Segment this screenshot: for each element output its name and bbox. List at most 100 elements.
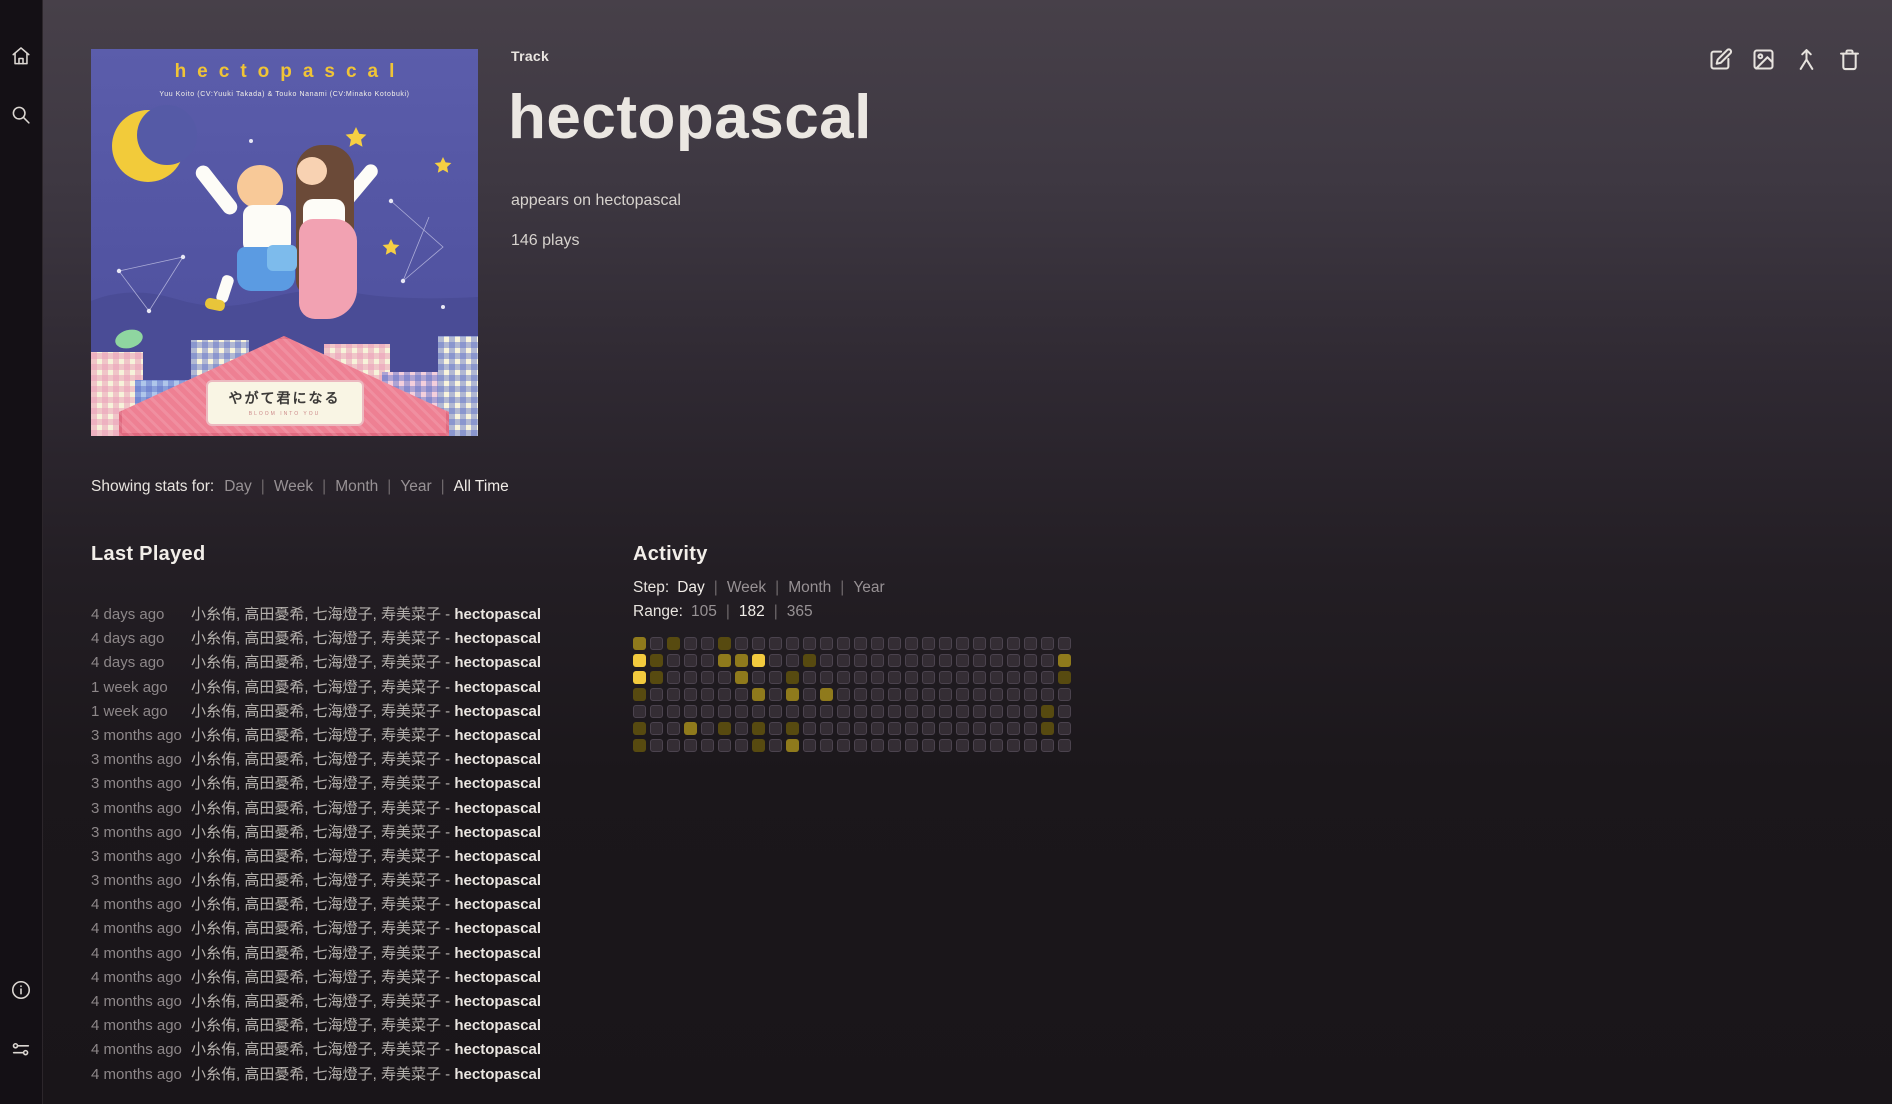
activity-cell-level-0[interactable] [939,688,952,701]
scrobble-track-link[interactable]: hectopascal [454,1017,541,1034]
activity-cell-level-1[interactable] [752,722,765,735]
activity-cell-level-0[interactable] [667,654,680,667]
activity-cell-level-0[interactable] [684,671,697,684]
activity-cell-level-2[interactable] [735,671,748,684]
delete-button[interactable] [1836,46,1863,73]
activity-cell-level-0[interactable] [1024,705,1037,718]
activity-cell-level-0[interactable] [837,671,850,684]
activity-cell-level-0[interactable] [854,654,867,667]
activity-cell-level-0[interactable] [667,671,680,684]
activity-cell-level-0[interactable] [956,739,969,752]
activity-cell-level-2[interactable] [718,654,731,667]
activity-cell-level-0[interactable] [871,739,884,752]
activity-cell-level-0[interactable] [922,705,935,718]
scrobble-artists-link[interactable]: 小糸侑, 高田憂希, 七海燈子, 寿美菜子 [191,800,441,817]
activity-cell-level-0[interactable] [633,705,646,718]
activity-cell-level-0[interactable] [922,671,935,684]
scrobble-track-link[interactable]: hectopascal [454,654,541,671]
activity-cell-level-2[interactable] [684,722,697,735]
activity-cell-level-1[interactable] [650,671,663,684]
activity-cell-level-0[interactable] [769,705,782,718]
activity-cell-level-0[interactable] [667,705,680,718]
activity-cell-level-0[interactable] [973,671,986,684]
activity-cell-level-0[interactable] [769,688,782,701]
activity-cell-level-0[interactable] [803,688,816,701]
activity-cell-level-0[interactable] [718,671,731,684]
activity-cell-level-0[interactable] [888,688,901,701]
activity-cell-level-0[interactable] [990,671,1003,684]
activity-cell-level-0[interactable] [1024,739,1037,752]
scrobble-track-link[interactable]: hectopascal [454,727,541,744]
activity-cell-level-0[interactable] [803,705,816,718]
activity-cell-level-0[interactable] [871,637,884,650]
range-option-182[interactable]: 182 [739,603,765,620]
activity-cell-level-0[interactable] [905,739,918,752]
activity-cell-level-0[interactable] [939,739,952,752]
activity-cell-level-0[interactable] [1058,739,1071,752]
step-option-month[interactable]: Month [788,579,831,596]
activity-cell-level-0[interactable] [684,637,697,650]
merge-button[interactable] [1793,46,1820,73]
info-button[interactable] [10,979,32,1001]
activity-cell-level-0[interactable] [684,688,697,701]
activity-cell-level-0[interactable] [939,671,952,684]
activity-cell-level-0[interactable] [854,688,867,701]
activity-cell-level-0[interactable] [922,654,935,667]
scrobble-artists-link[interactable]: 小糸侑, 高田憂希, 七海燈子, 寿美菜子 [191,896,441,913]
activity-cell-level-0[interactable] [990,722,1003,735]
activity-cell-level-0[interactable] [701,654,714,667]
activity-cell-level-0[interactable] [922,637,935,650]
activity-cell-level-0[interactable] [684,705,697,718]
activity-cell-level-0[interactable] [990,654,1003,667]
activity-cell-level-0[interactable] [1007,705,1020,718]
activity-cell-level-2[interactable] [786,739,799,752]
scrobble-track-link[interactable]: hectopascal [454,824,541,841]
activity-cell-level-0[interactable] [752,705,765,718]
activity-cell-level-0[interactable] [1024,722,1037,735]
activity-cell-level-0[interactable] [888,671,901,684]
activity-cell-level-3[interactable] [633,654,646,667]
activity-cell-level-0[interactable] [1058,688,1071,701]
scrobble-artists-link[interactable]: 小糸侑, 高田憂希, 七海燈子, 寿美菜子 [191,993,441,1010]
activity-cell-level-0[interactable] [1007,722,1020,735]
home-button[interactable] [10,45,32,67]
activity-cell-level-0[interactable] [735,705,748,718]
activity-cell-level-0[interactable] [888,654,901,667]
activity-cell-level-0[interactable] [1041,654,1054,667]
activity-cell-level-0[interactable] [888,637,901,650]
scrobble-track-link[interactable]: hectopascal [454,800,541,817]
activity-cell-level-1[interactable] [752,739,765,752]
activity-cell-level-0[interactable] [701,722,714,735]
activity-cell-level-0[interactable] [837,654,850,667]
scrobble-track-link[interactable]: hectopascal [454,920,541,937]
scrobble-track-link[interactable]: hectopascal [454,1041,541,1058]
settings-button[interactable] [10,1038,32,1060]
scrobble-track-link[interactable]: hectopascal [454,945,541,962]
activity-cell-level-0[interactable] [803,671,816,684]
scrobble-artists-link[interactable]: 小糸侑, 高田憂希, 七海燈子, 寿美菜子 [191,920,441,937]
step-option-year[interactable]: Year [853,579,884,596]
activity-cell-level-0[interactable] [1041,739,1054,752]
activity-cell-level-3[interactable] [633,671,646,684]
activity-cell-level-2[interactable] [820,688,833,701]
activity-cell-level-0[interactable] [905,722,918,735]
activity-cell-level-0[interactable] [939,705,952,718]
activity-cell-level-0[interactable] [1007,688,1020,701]
activity-cell-level-2[interactable] [735,654,748,667]
activity-cell-level-0[interactable] [701,688,714,701]
scrobble-artists-link[interactable]: 小糸侑, 高田憂希, 七海燈子, 寿美菜子 [191,679,441,696]
activity-cell-level-0[interactable] [650,705,663,718]
scrobble-track-link[interactable]: hectopascal [454,679,541,696]
stats-option-month[interactable]: Month [335,478,378,495]
activity-cell-level-1[interactable] [718,637,731,650]
activity-cell-level-0[interactable] [735,739,748,752]
activity-cell-level-0[interactable] [803,739,816,752]
activity-cell-level-0[interactable] [871,705,884,718]
activity-cell-level-0[interactable] [701,637,714,650]
activity-cell-level-0[interactable] [786,654,799,667]
activity-cell-level-0[interactable] [1024,671,1037,684]
scrobble-track-link[interactable]: hectopascal [454,993,541,1010]
activity-cell-level-0[interactable] [735,688,748,701]
activity-cell-level-0[interactable] [769,637,782,650]
activity-cell-level-0[interactable] [650,739,663,752]
